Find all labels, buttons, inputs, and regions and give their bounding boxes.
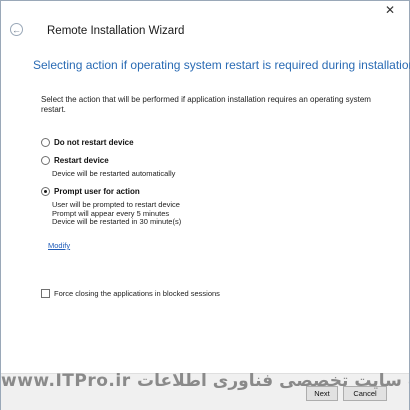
- restart-device-detail: Device will be restarted automatically: [52, 169, 176, 178]
- radio-restart-device[interactable]: Restart device: [41, 156, 109, 165]
- radio-button[interactable]: [41, 156, 50, 165]
- force-close-label: Force closing the applications in blocke…: [54, 289, 220, 298]
- wizard-window: ← Remote Installation Wizard ✕ Selecting…: [0, 0, 410, 410]
- radio-label: Prompt user for action: [54, 187, 140, 196]
- radio-label: Do not restart device: [54, 138, 134, 147]
- page-heading: Selecting action if operating system res…: [33, 58, 410, 72]
- radio-button-selected[interactable]: [41, 187, 50, 196]
- window-title: Remote Installation Wizard: [47, 25, 185, 37]
- title-bar: ← Remote Installation Wizard ✕: [1, 1, 409, 37]
- modify-link[interactable]: Modify: [48, 241, 70, 250]
- close-icon[interactable]: ✕: [377, 1, 403, 19]
- radio-label: Restart device: [54, 156, 109, 165]
- back-arrow-icon[interactable]: ←: [10, 23, 23, 36]
- force-close-checkbox[interactable]: [41, 289, 50, 298]
- force-close-row[interactable]: Force closing the applications in blocke…: [41, 289, 220, 298]
- prompt-detail-3: Device will be restarted in 30 minute(s): [52, 217, 182, 226]
- radio-prompt-user[interactable]: Prompt user for action: [41, 187, 140, 196]
- radio-do-not-restart[interactable]: Do not restart device: [41, 138, 134, 147]
- page-description: Select the action that will be performed…: [41, 95, 371, 114]
- radio-button[interactable]: [41, 138, 50, 147]
- radio-selected-dot: [44, 190, 47, 193]
- watermark: www.ITPro.ir وب سایت تخصصی فناوری اطلاعا…: [1, 371, 409, 391]
